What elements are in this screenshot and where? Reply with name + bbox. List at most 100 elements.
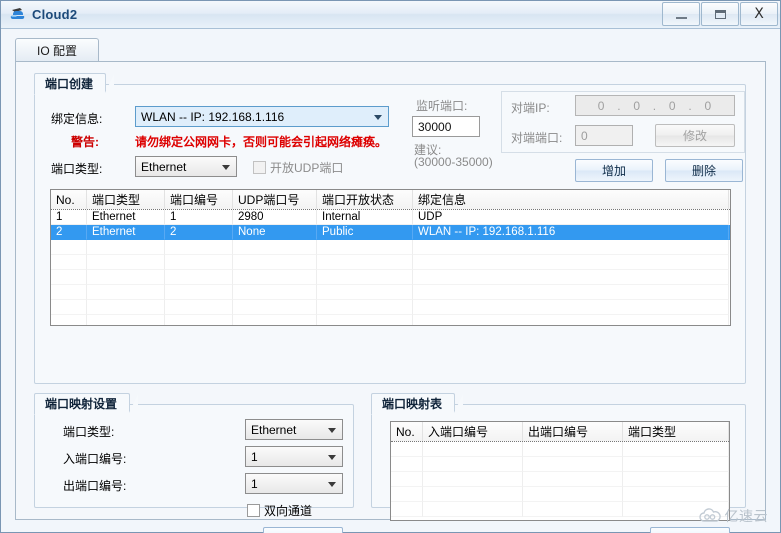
- table-cell-empty: [623, 457, 729, 472]
- table-row-empty[interactable]: [391, 472, 729, 487]
- watermark: 亿速云: [698, 506, 769, 526]
- listen-port-input[interactable]: 30000: [412, 116, 480, 137]
- table-row[interactable]: 1 Ethernet 1 2980 Internal UDP: [51, 210, 730, 225]
- maximize-icon: [714, 9, 726, 19]
- column-header[interactable]: UDP端口号: [233, 190, 317, 209]
- tab-io-config-label: IO 配置: [36, 44, 77, 58]
- table-row-empty[interactable]: [51, 315, 730, 325]
- delete-port-button[interactable]: 删除: [665, 159, 743, 182]
- warning-message: 请勿绑定公网网卡，否则可能会引起网络瘫痪。: [135, 135, 388, 149]
- add-port-button-label: 增加: [601, 164, 626, 178]
- table-cell: 2: [51, 225, 87, 240]
- mapping-out-port-combo[interactable]: 1: [245, 473, 343, 494]
- mapping-out-port-value: 1: [251, 476, 258, 491]
- table-cell-empty: [165, 270, 233, 285]
- peer-ip-dot-3: .: [688, 98, 693, 113]
- table-cell-empty: [623, 487, 729, 502]
- port-table[interactable]: No. 端口类型 端口编号 UDP端口号 端口开放状态 绑定信息 1 Ethernet 1 29…: [50, 189, 731, 326]
- mapping-port-type-value: Ethernet: [251, 422, 297, 437]
- peer-ip-input[interactable]: 0 . 0 . 0 . 0: [575, 95, 735, 116]
- column-header[interactable]: 绑定信息: [413, 190, 729, 209]
- table-row-empty[interactable]: [391, 487, 729, 502]
- column-header[interactable]: 端口类型: [87, 190, 165, 209]
- table-cell: 1: [51, 210, 87, 225]
- minimize-button[interactable]: [662, 2, 700, 26]
- table-row-empty[interactable]: [391, 457, 729, 472]
- table-cell-empty: [233, 285, 317, 300]
- port-type-label: 端口类型:: [51, 162, 103, 176]
- table-cell: Ethernet: [87, 210, 165, 225]
- window-controls: X: [661, 2, 778, 26]
- table-cell: 1: [165, 210, 233, 225]
- binding-info-label: 绑定信息:: [51, 112, 103, 126]
- mapping-out-port-label: 出端口编号:: [63, 479, 127, 493]
- table-cell-empty: [317, 300, 413, 315]
- mapping-delete-button[interactable]: 删除: [650, 527, 730, 533]
- table-cell-empty: [317, 270, 413, 285]
- peer-ip-dot-1: .: [617, 98, 622, 113]
- table-row-empty[interactable]: [51, 285, 730, 300]
- tab-io-config[interactable]: IO 配置: [15, 38, 99, 62]
- table-row-empty[interactable]: [51, 255, 730, 270]
- cloud-icon: [9, 5, 27, 23]
- table-cell-empty: [391, 502, 423, 517]
- column-header[interactable]: 出端口编号: [523, 422, 623, 441]
- table-cell-empty: [423, 472, 523, 487]
- group-mapping-settings-title-text: 端口映射设置: [45, 397, 118, 411]
- column-header[interactable]: 入端口编号: [423, 422, 523, 441]
- delete-port-button-label: 删除: [691, 164, 716, 178]
- mapping-table-body: [391, 442, 729, 517]
- add-port-button[interactable]: 增加: [575, 159, 653, 182]
- open-udp-port-checkbox[interactable]: 开放UDP端口: [253, 159, 343, 176]
- table-cell-empty: [87, 240, 165, 255]
- table-row[interactable]: 2 Ethernet 2 None Public WLAN -- IP: 192.168.…: [51, 225, 730, 240]
- peer-port-value: 0: [581, 128, 588, 143]
- table-cell-empty: [165, 300, 233, 315]
- peer-ip-octet-2: 0: [633, 98, 642, 113]
- column-header[interactable]: 端口类型: [623, 422, 729, 441]
- mapping-port-type-combo[interactable]: Ethernet: [245, 419, 343, 440]
- title-bar-left: Cloud2: [9, 5, 77, 23]
- bidirectional-channel-checkbox[interactable]: 双向通道: [247, 502, 312, 519]
- table-cell-empty: [87, 315, 165, 325]
- column-header[interactable]: 端口开放状态: [317, 190, 413, 209]
- column-header[interactable]: No.: [391, 422, 423, 441]
- maximize-button[interactable]: [701, 2, 739, 26]
- minimize-icon: [675, 16, 687, 19]
- table-row-empty[interactable]: [391, 502, 729, 517]
- binding-info-combo[interactable]: WLAN -- IP: 192.168.1.116: [135, 106, 389, 127]
- table-row-empty[interactable]: [391, 442, 729, 457]
- bidirectional-channel-label: 双向通道: [264, 504, 313, 518]
- table-cell: None: [233, 225, 317, 240]
- group-port-create-title: 端口创建: [34, 73, 115, 95]
- mapping-in-port-combo[interactable]: 1: [245, 446, 343, 467]
- port-type-combo[interactable]: Ethernet: [135, 156, 237, 177]
- modify-button[interactable]: 修改: [655, 124, 735, 147]
- group-mapping-settings-title: 端口映射设置: [34, 393, 139, 415]
- mapping-table[interactable]: No. 入端口编号 出端口编号 端口类型: [390, 421, 730, 521]
- table-cell-empty: [165, 255, 233, 270]
- chevron-down-icon: [328, 454, 336, 460]
- close-button[interactable]: X: [740, 2, 778, 26]
- column-header[interactable]: No.: [51, 190, 87, 209]
- checkbox-box-icon: [253, 161, 266, 174]
- table-cell-empty: [623, 472, 729, 487]
- port-type-value: Ethernet: [141, 159, 187, 174]
- mapping-table-header: No. 入端口编号 出端口编号 端口类型: [391, 422, 729, 442]
- table-cell-empty: [317, 285, 413, 300]
- mapping-add-button[interactable]: 增加: [263, 527, 343, 533]
- peer-port-input[interactable]: 0: [575, 125, 633, 146]
- table-row-empty[interactable]: [51, 240, 730, 255]
- table-row-empty[interactable]: [51, 270, 730, 285]
- group-mapping-settings: 端口映射设置 端口类型: Ethernet 入端口编号: 1 出端口编号: 1 …: [34, 393, 354, 533]
- listen-port-label: 监听端口:: [416, 99, 468, 113]
- mapping-port-type-label: 端口类型:: [63, 425, 115, 439]
- table-cell-empty: [51, 285, 87, 300]
- column-header[interactable]: 端口编号: [165, 190, 233, 209]
- table-cell-empty: [423, 487, 523, 502]
- table-row-empty[interactable]: [51, 300, 730, 315]
- table-cell: Ethernet: [87, 225, 165, 240]
- table-cell: Internal: [317, 210, 413, 225]
- table-cell-empty: [233, 255, 317, 270]
- peer-ip-octet-4: 0: [704, 98, 713, 113]
